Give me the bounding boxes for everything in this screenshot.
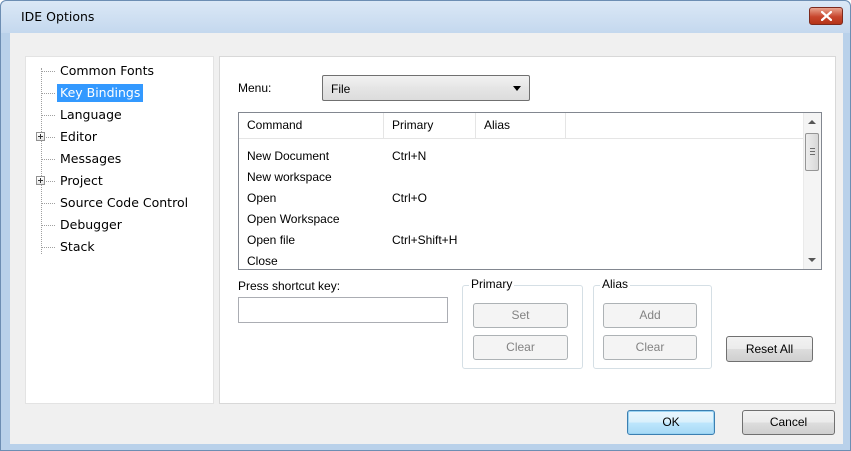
tree-item-label: Language bbox=[60, 107, 122, 122]
grip-icon bbox=[810, 148, 815, 149]
column-header-alias[interactable]: Alias bbox=[476, 113, 566, 138]
tree-item-label: Common Fonts bbox=[60, 63, 155, 78]
list-item[interactable]: Open file Ctrl+Shift+H bbox=[239, 230, 804, 251]
grip-icon bbox=[810, 154, 815, 155]
tree-line bbox=[41, 115, 55, 116]
tree-item-label: Messages bbox=[60, 151, 122, 166]
primary-group: Primary Set Clear bbox=[462, 277, 583, 369]
tree-item-common-fonts[interactable]: Common Fonts bbox=[26, 61, 211, 81]
shortcut-key-label: Press shortcut key: bbox=[238, 279, 341, 293]
close-icon bbox=[821, 11, 832, 21]
tree-line bbox=[41, 203, 55, 204]
title-bar[interactable]: IDE Options bbox=[1, 1, 850, 33]
list-item[interactable]: Open Ctrl+O bbox=[239, 188, 804, 209]
primary-group-title: Primary bbox=[469, 277, 515, 291]
list-header: Command Primary Alias bbox=[239, 113, 804, 139]
cancel-button[interactable]: Cancel bbox=[742, 410, 835, 435]
list-item[interactable]: New Document Ctrl+N bbox=[239, 146, 804, 167]
scrollbar-thumb[interactable] bbox=[805, 133, 819, 171]
add-alias-button[interactable]: Add bbox=[603, 303, 697, 328]
ok-button[interactable]: OK bbox=[627, 410, 715, 435]
list-item[interactable]: New workspace bbox=[239, 167, 804, 188]
column-header-primary[interactable]: Primary bbox=[384, 113, 476, 138]
tree-item-editor[interactable]: Editor bbox=[26, 127, 211, 147]
tree-item-language[interactable]: Language bbox=[26, 105, 211, 125]
tree-item-key-bindings[interactable]: Key Bindings bbox=[26, 83, 211, 103]
tree-line bbox=[41, 159, 55, 160]
primary-cell: Ctrl+Shift+H bbox=[392, 233, 458, 247]
reset-all-button[interactable]: Reset All bbox=[726, 336, 813, 362]
vertical-scrollbar[interactable] bbox=[803, 113, 821, 269]
command-list[interactable]: Command Primary Alias New Document Ctrl+… bbox=[238, 112, 822, 270]
command-cell: Close bbox=[247, 254, 278, 268]
alias-group-title: Alias bbox=[600, 277, 631, 291]
command-cell: Open file bbox=[247, 233, 296, 247]
ide-options-dialog: IDE Options Common Fonts Key Bindings La… bbox=[0, 0, 851, 451]
set-button[interactable]: Set bbox=[473, 303, 568, 328]
dialog-body: Common Fonts Key Bindings Language Edito… bbox=[10, 33, 843, 444]
clear-alias-button[interactable]: Clear bbox=[603, 335, 697, 360]
tree-item-label: Project bbox=[60, 173, 103, 188]
key-bindings-panel: Menu: File Command Primary Alias New Doc… bbox=[219, 56, 836, 404]
primary-cell: Ctrl+N bbox=[392, 149, 427, 163]
alias-group: Alias Add Clear bbox=[593, 277, 712, 369]
list-item[interactable]: Close bbox=[239, 251, 804, 269]
tree-line bbox=[41, 225, 55, 226]
tree-item-source-code-control[interactable]: Source Code Control bbox=[26, 193, 211, 213]
shortcut-key-input[interactable] bbox=[238, 297, 448, 323]
tree-line bbox=[41, 247, 55, 248]
tree-item-label: Key Bindings bbox=[57, 84, 144, 102]
expand-icon[interactable] bbox=[36, 132, 45, 141]
command-cell: New workspace bbox=[247, 170, 332, 184]
command-cell: Open Workspace bbox=[247, 212, 340, 226]
tree-item-project[interactable]: Project bbox=[26, 171, 211, 191]
tree-item-label: Editor bbox=[60, 129, 97, 144]
tree-item-debugger[interactable]: Debugger bbox=[26, 215, 211, 235]
tree-item-messages[interactable]: Messages bbox=[26, 149, 211, 169]
menu-dropdown[interactable]: File bbox=[322, 75, 530, 101]
tree-item-label: Debugger bbox=[60, 217, 122, 232]
command-cell: New Document bbox=[247, 149, 330, 163]
scroll-up-icon[interactable] bbox=[808, 120, 816, 124]
tree-line bbox=[41, 71, 55, 72]
window-title: IDE Options bbox=[21, 9, 95, 24]
expand-icon[interactable] bbox=[36, 176, 45, 185]
clear-primary-button[interactable]: Clear bbox=[473, 335, 568, 360]
command-cell: Open bbox=[247, 191, 277, 205]
chevron-down-icon bbox=[513, 86, 521, 91]
tree-item-label: Stack bbox=[60, 239, 95, 254]
list-item[interactable]: Open Workspace bbox=[239, 209, 804, 230]
tree-item-stack[interactable]: Stack bbox=[26, 237, 211, 257]
primary-cell: Ctrl+O bbox=[392, 191, 428, 205]
close-button[interactable] bbox=[809, 7, 843, 25]
tree-line bbox=[41, 93, 55, 94]
menu-dropdown-value: File bbox=[331, 82, 351, 96]
grip-icon bbox=[810, 151, 815, 152]
menu-label: Menu: bbox=[238, 81, 272, 95]
tree-item-label: Source Code Control bbox=[60, 195, 189, 210]
options-tree: Common Fonts Key Bindings Language Edito… bbox=[25, 56, 214, 404]
column-header-command[interactable]: Command bbox=[239, 113, 384, 138]
scroll-down-icon[interactable] bbox=[808, 258, 816, 262]
